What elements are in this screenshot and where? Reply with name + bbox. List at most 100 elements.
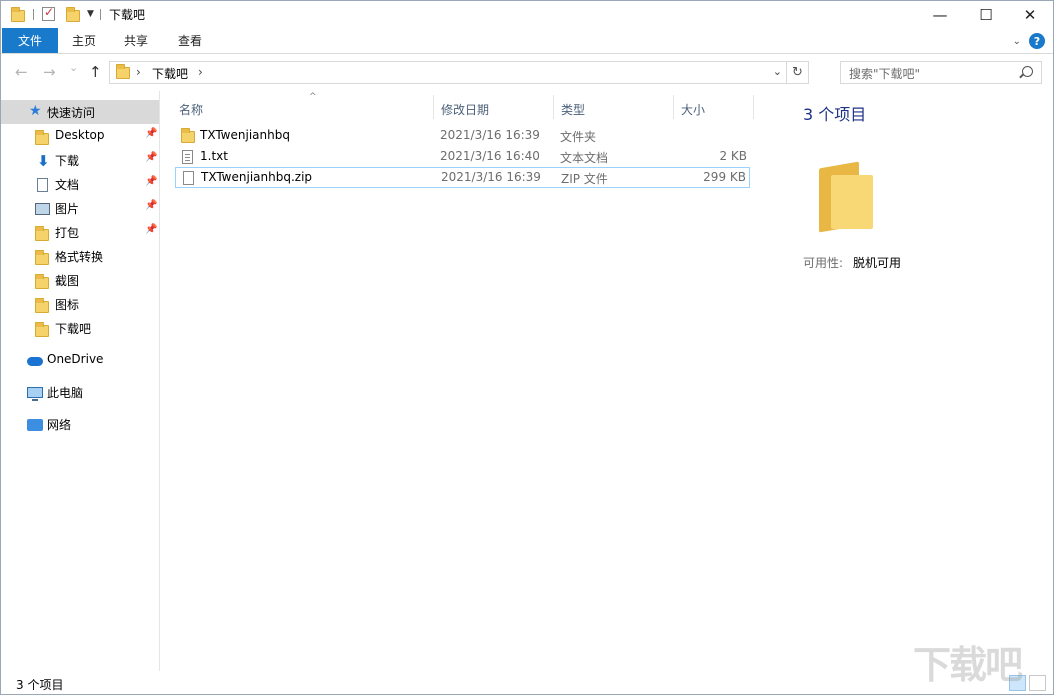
title-separator [100, 9, 101, 20]
file-row[interactable]: 1.txt 2021/3/16 16:40 文本文档 2 KB [175, 146, 750, 167]
status-bar: 3 个项目 [1, 673, 1053, 694]
network-icon [27, 418, 43, 432]
status-item-count: 3 个项目 [16, 678, 64, 692]
nav-label: OneDrive [47, 352, 104, 366]
file-name: TXTwenjianhbq.zip [201, 170, 313, 184]
file-size: 299 KB [703, 170, 746, 184]
pin-icon: 📌 [145, 128, 158, 139]
folder-icon [35, 226, 49, 241]
large-icons-view-icon[interactable] [1029, 675, 1046, 691]
availability-value: 脱机可用 [853, 256, 902, 270]
navigation-pane: ★ 快速访问 Desktop 📌 ⬇ 下载 📌 文档 📌 图片 📌 打包 📌 格… [1, 91, 160, 671]
column-label: 名称 [179, 103, 204, 117]
back-button[interactable]: ← [15, 63, 28, 81]
nav-item-screenshots[interactable]: 截图 [1, 268, 159, 292]
explorer-window: ✓ ▼ 下载吧 — ☐ ✕ 文件 主页 共享 查看 ⌄ ? ← → ⌄ ↑ › … [0, 0, 1054, 695]
tab-home[interactable]: 主页 [61, 28, 107, 53]
nav-item-dabao[interactable]: 打包 📌 [1, 220, 159, 244]
sort-ascending-icon: ^ [309, 92, 317, 102]
nav-quick-access[interactable]: ★ 快速访问 [1, 100, 159, 124]
file-name: 1.txt [200, 149, 228, 163]
nav-item-downloads[interactable]: ⬇ 下载 📌 [1, 148, 159, 172]
close-button[interactable]: ✕ [1007, 1, 1053, 28]
column-header-size[interactable]: 大小 [674, 95, 754, 119]
document-icon [35, 178, 49, 192]
tab-view[interactable]: 查看 [167, 28, 213, 53]
nav-network[interactable]: 网络 [1, 412, 159, 436]
details-pane: 3 个项目 可用性: 脱机可用 [781, 91, 1053, 671]
search-input[interactable]: 搜索"下载吧" [840, 61, 1042, 84]
search-placeholder: 搜索"下载吧" [849, 67, 921, 81]
nav-label: 图片 [55, 202, 80, 216]
expand-ribbon-chevron-icon[interactable]: ⌄ [1013, 36, 1021, 47]
up-button[interactable]: ↑ [89, 63, 102, 81]
title-bar: ✓ ▼ 下载吧 — ☐ ✕ [1, 1, 1053, 28]
file-type: ZIP 文件 [561, 172, 608, 186]
refresh-button[interactable]: ↻ [786, 62, 808, 83]
star-icon: ★ [29, 103, 42, 119]
file-row[interactable]: TXTwenjianhbq 2021/3/16 16:39 文件夹 [175, 125, 750, 146]
address-row: ← → ⌄ ↑ › 下载吧 › ⌄ ↻ 搜索"下载吧" [1, 55, 1053, 91]
properties-icon[interactable]: ✓ [42, 5, 55, 21]
pin-icon: 📌 [145, 176, 158, 187]
nav-item-documents[interactable]: 文档 📌 [1, 172, 159, 196]
computer-icon [27, 386, 43, 401]
file-type: 文件夹 [560, 130, 597, 144]
forward-button[interactable]: → [43, 63, 56, 81]
file-row-focused[interactable]: TXTwenjianhbq.zip 2021/3/16 16:39 ZIP 文件… [175, 167, 750, 188]
breadcrumb-item[interactable]: 下载吧 [152, 65, 188, 82]
minimize-button[interactable]: — [917, 1, 963, 28]
nav-label: 网络 [47, 418, 72, 432]
tab-file[interactable]: 文件 [2, 28, 58, 53]
nav-label: 下载 [55, 154, 80, 168]
nav-onedrive[interactable]: OneDrive [1, 348, 159, 372]
help-icon[interactable]: ? [1029, 33, 1045, 49]
file-date: 2021/3/16 16:40 [440, 149, 540, 163]
details-title: 3 个项目 [803, 105, 867, 124]
address-bar[interactable]: › 下载吧 › ⌄ ↻ [109, 61, 809, 84]
folder-icon [11, 7, 25, 22]
nav-label: 文档 [55, 178, 80, 192]
ribbon-tabs: 文件 主页 共享 查看 ⌄ ? [1, 28, 1053, 54]
column-header-date[interactable]: 修改日期 [434, 95, 554, 119]
nav-label: 格式转换 [55, 250, 104, 264]
nav-label: 下载吧 [55, 322, 92, 336]
pin-icon: 📌 [145, 224, 158, 235]
recent-locations-chevron-icon[interactable]: ⌄ [69, 61, 78, 74]
file-name: TXTwenjianhbq [200, 128, 290, 142]
nav-item-icons[interactable]: 图标 [1, 292, 159, 316]
folder-icon [35, 250, 49, 265]
file-type: 文本文档 [560, 151, 609, 165]
large-folder-icon [819, 159, 875, 233]
tab-share[interactable]: 共享 [113, 28, 159, 53]
maximize-button[interactable]: ☐ [963, 1, 1009, 28]
quick-access-separator [33, 9, 34, 20]
nav-label: Desktop [55, 128, 105, 142]
column-header-name[interactable]: 名称 ^ [172, 92, 434, 119]
folder-icon [35, 298, 49, 313]
file-date: 2021/3/16 16:39 [441, 170, 541, 184]
column-label: 大小 [681, 103, 706, 117]
watermark-logo: 下载吧 [913, 643, 1023, 687]
column-label: 类型 [561, 103, 586, 117]
nav-item-format-convert[interactable]: 格式转换 [1, 244, 159, 268]
column-header-type[interactable]: 类型 [554, 95, 674, 119]
nav-this-pc[interactable]: 此电脑 [1, 380, 159, 404]
nav-label: 图标 [55, 298, 80, 312]
availability-label: 可用性: [803, 256, 844, 270]
pin-icon: 📌 [145, 152, 158, 163]
new-folder-icon[interactable] [66, 7, 80, 22]
breadcrumb-chevron-icon[interactable]: › [198, 65, 203, 79]
nav-item-pictures[interactable]: 图片 📌 [1, 196, 159, 220]
customize-toolbar-chevron-icon[interactable]: ▼ [87, 9, 94, 19]
address-dropdown-icon[interactable]: ⌄ [773, 65, 782, 78]
folder-icon [35, 274, 49, 289]
file-date: 2021/3/16 16:39 [440, 128, 540, 142]
nav-label: 打包 [55, 226, 80, 240]
column-label: 修改日期 [441, 103, 490, 117]
breadcrumb-separator-icon[interactable]: › [136, 65, 141, 79]
search-icon[interactable] [1022, 66, 1033, 77]
file-list: 名称 ^ 修改日期 类型 大小 TXTwenjianhbq 2021/3/16 … [161, 91, 781, 671]
nav-item-desktop[interactable]: Desktop 📌 [1, 124, 159, 148]
nav-item-xiazaiba[interactable]: 下载吧 [1, 316, 159, 340]
